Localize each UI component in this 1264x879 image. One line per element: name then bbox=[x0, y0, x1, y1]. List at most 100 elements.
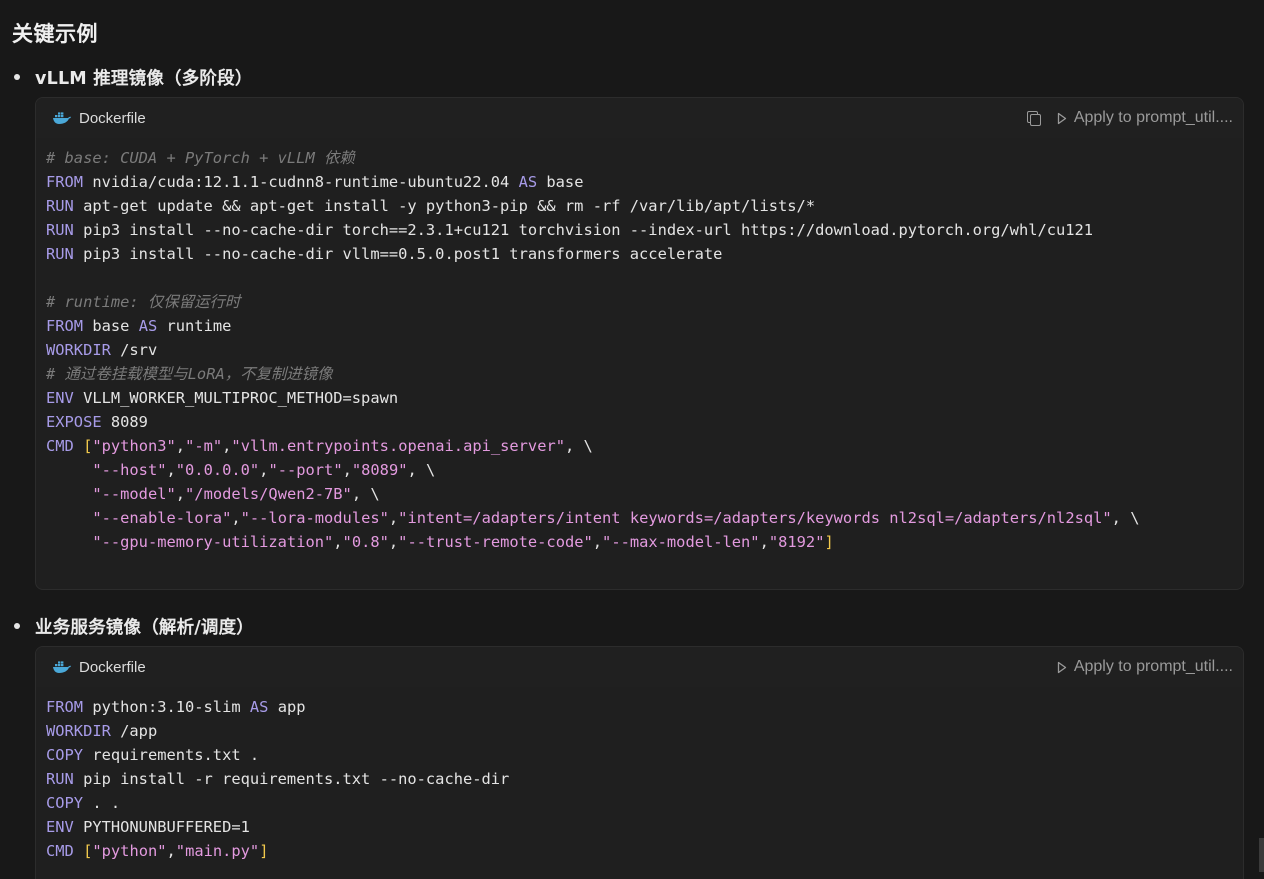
code-text: nvidia/cuda:12.1.1-cudnn8-runtime-ubuntu… bbox=[83, 173, 519, 191]
code-text: apt-get update && apt-get install -y pyt… bbox=[73, 197, 816, 215]
code-line: # 通过卷挂载模型与LoRA，不复制进镜像 bbox=[46, 365, 332, 383]
code-text: runtime bbox=[157, 317, 232, 335]
code-line: COPY requirements.txt . bbox=[46, 746, 259, 764]
code-block-vllm: Dockerfile Apply to prompt_util.... # ba… bbox=[35, 97, 1244, 590]
code-keyword: CMD bbox=[46, 842, 74, 860]
code-string: "intent=/adapters/intent keywords=/adapt… bbox=[398, 509, 1112, 527]
code-text: , bbox=[388, 509, 399, 527]
code-text: , bbox=[592, 533, 603, 551]
code-text: , bbox=[388, 533, 399, 551]
code-keyword: EXPOSE bbox=[46, 413, 102, 431]
code-bracket: ] bbox=[259, 842, 269, 860]
apply-button[interactable]: Apply to prompt_util.... bbox=[1057, 109, 1233, 127]
code-string: "--lora-modules" bbox=[240, 509, 389, 527]
section-title: 业务服务镜像（解析/调度） bbox=[35, 617, 254, 638]
code-keyword: RUN bbox=[46, 770, 74, 788]
code-string: "vllm.entrypoints.openai.api_server" bbox=[231, 437, 565, 455]
code-text: , \ bbox=[565, 437, 593, 455]
copy-icon[interactable] bbox=[1025, 110, 1041, 126]
code-string: "-m" bbox=[185, 437, 223, 455]
code-text: pip install -r requirements.txt --no-cac… bbox=[73, 770, 510, 788]
code-block-service: Dockerfile Apply to prompt_util.... FROM… bbox=[35, 646, 1244, 879]
header-actions: Apply to prompt_util.... bbox=[1025, 98, 1233, 138]
section-bullet-vllm: vLLM 推理镜像（多阶段） bbox=[14, 64, 253, 90]
code-line: COPY . . bbox=[46, 794, 120, 812]
section-bullet-service: 业务服务镜像（解析/调度） bbox=[14, 613, 254, 639]
code-text: VLLM_WORKER_MULTIPROC_METHOD=spawn bbox=[73, 389, 399, 407]
code-text: , \ bbox=[407, 461, 436, 479]
code-line: FROM base AS runtime bbox=[46, 317, 231, 335]
code-text: , bbox=[175, 437, 186, 455]
section-title: vLLM 推理镜像（多阶段） bbox=[35, 68, 253, 89]
code-line: RUN pip3 install --no-cache-dir torch==2… bbox=[46, 221, 1093, 239]
docker-whale-icon bbox=[53, 661, 71, 673]
code-keyword: CMD bbox=[46, 437, 74, 455]
code-string: "main.py" bbox=[175, 842, 260, 860]
apply-button[interactable]: Apply to prompt_util.... bbox=[1057, 658, 1233, 676]
code-keyword: AS bbox=[249, 698, 269, 716]
code-text: 8089 bbox=[101, 413, 148, 431]
code-content[interactable]: # base: CUDA + PyTorch + vLLM 依赖 FROM nv… bbox=[36, 138, 1243, 572]
play-icon bbox=[1057, 661, 1066, 673]
bullet-dot bbox=[14, 74, 20, 80]
code-text: PYTHONUNBUFFERED=1 bbox=[73, 818, 250, 836]
code-keyword: FROM bbox=[46, 173, 84, 191]
code-text: pip3 install --no-cache-dir vllm==0.5.0.… bbox=[73, 245, 723, 263]
code-text: base bbox=[83, 317, 139, 335]
code-keyword: ENV bbox=[46, 818, 74, 836]
code-string: "--host" bbox=[92, 461, 167, 479]
code-line: RUN pip3 install --no-cache-dir vllm==0.… bbox=[46, 245, 722, 263]
code-text: python:3.10-slim bbox=[83, 698, 250, 716]
code-line: ENV VLLM_WORKER_MULTIPROC_METHOD=spawn bbox=[46, 389, 398, 407]
code-line: WORKDIR /srv bbox=[46, 341, 157, 359]
code-line: "--model","/models/Qwen2-7B", \ bbox=[46, 485, 380, 503]
code-keyword: RUN bbox=[46, 221, 74, 239]
code-keyword: FROM bbox=[46, 698, 84, 716]
code-block-header: Dockerfile Apply to prompt_util.... bbox=[36, 98, 1243, 138]
code-line: # base: CUDA + PyTorch + vLLM 依赖 bbox=[46, 149, 355, 167]
code-keyword: ENV bbox=[46, 389, 74, 407]
code-line: ENV PYTHONUNBUFFERED=1 bbox=[46, 818, 250, 836]
code-string: "--port" bbox=[268, 461, 343, 479]
code-keyword: RUN bbox=[46, 197, 74, 215]
code-text: . . bbox=[83, 794, 121, 812]
code-line: EXPOSE 8089 bbox=[46, 413, 148, 431]
code-text: app bbox=[268, 698, 306, 716]
code-text: , \ bbox=[1111, 509, 1140, 527]
code-string: "8089" bbox=[351, 461, 408, 479]
code-text: , bbox=[166, 842, 176, 860]
code-comment: # 通过卷挂载模型与LoRA，不复制进镜像 bbox=[46, 365, 333, 383]
code-keyword: RUN bbox=[46, 245, 74, 263]
apply-label: Apply to prompt_util.... bbox=[1073, 109, 1233, 126]
code-line: RUN apt-get update && apt-get install -y… bbox=[46, 197, 815, 215]
code-content[interactable]: FROM python:3.10-slim AS app WORKDIR /ap… bbox=[36, 687, 1243, 879]
file-name: Dockerfile bbox=[79, 109, 146, 127]
code-keyword: COPY bbox=[46, 794, 84, 812]
code-line: # runtime: 仅保留运行时 bbox=[46, 293, 240, 311]
code-line: FROM nvidia/cuda:12.1.1-cudnn8-runtime-u… bbox=[46, 173, 583, 191]
code-string: "--gpu-memory-utilization" bbox=[92, 533, 334, 551]
scrollbar-thumb[interactable] bbox=[1259, 838, 1264, 872]
code-keyword: WORKDIR bbox=[46, 341, 111, 359]
code-comment: # base: CUDA + PyTorch + vLLM 依赖 bbox=[46, 149, 355, 167]
code-string: "0.8" bbox=[342, 533, 389, 551]
code-bracket: [ bbox=[83, 842, 93, 860]
code-string: "--max-model-len" bbox=[602, 533, 760, 551]
code-text: , bbox=[166, 461, 176, 479]
code-text: , \ bbox=[351, 485, 380, 503]
bullet-dot bbox=[14, 623, 20, 629]
apply-label: Apply to prompt_util.... bbox=[1073, 658, 1233, 675]
code-text: , bbox=[175, 485, 186, 503]
code-line: "--host","0.0.0.0","--port","8089", \ bbox=[46, 461, 435, 479]
code-text: pip3 install --no-cache-dir torch==2.3.1… bbox=[73, 221, 1094, 239]
code-text: /srv bbox=[110, 341, 158, 359]
code-comment: # runtime: 仅保留运行时 bbox=[46, 293, 241, 311]
code-keyword: WORKDIR bbox=[46, 722, 111, 740]
code-string: "/models/Qwen2-7B" bbox=[185, 485, 352, 503]
code-text: , bbox=[333, 533, 343, 551]
